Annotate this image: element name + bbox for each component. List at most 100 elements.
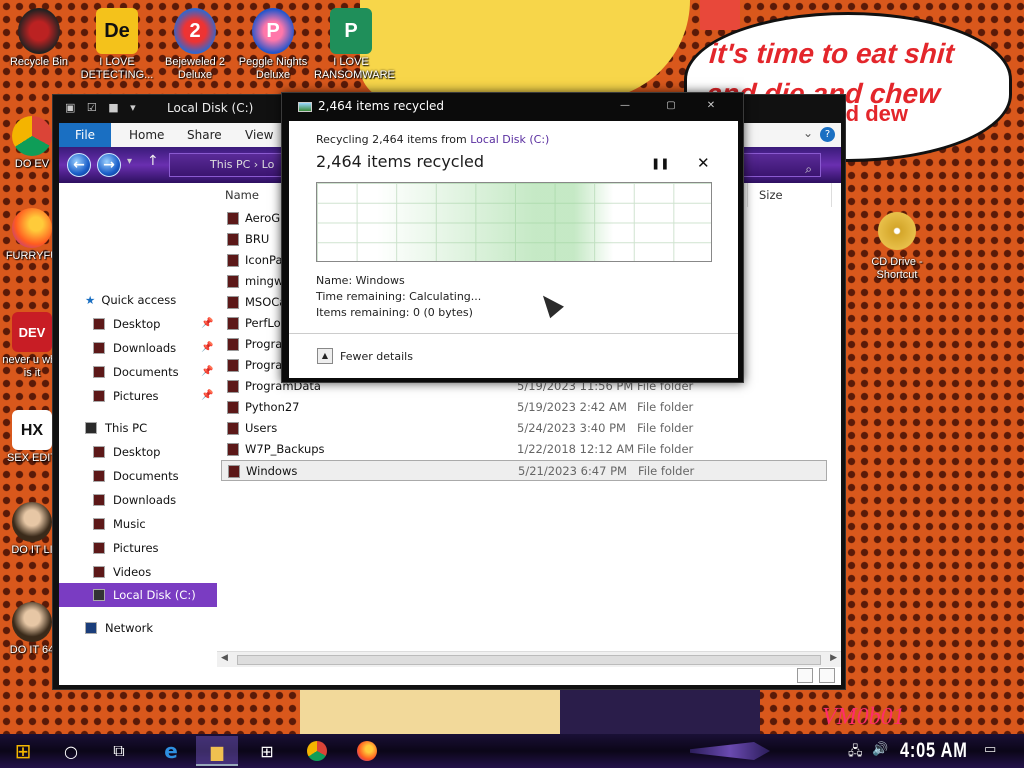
desktop-icon-ransomware[interactable]: P I LOVE RANSOMWARE — [314, 8, 395, 82]
nav-quick-desktop[interactable]: Desktop — [93, 313, 160, 335]
recent-locations-icon[interactable]: ▾ — [127, 156, 132, 167]
nav-quick-documents[interactable]: Documents — [93, 361, 179, 383]
nav-quick-access[interactable]: ★ Quick access — [85, 289, 176, 311]
edge-icon[interactable]: e — [158, 739, 184, 763]
ribbon-tab-file[interactable]: File — [59, 123, 111, 147]
recycle-bin-icon — [18, 8, 60, 54]
start-button[interactable]: ⊞ — [10, 739, 36, 763]
store-icon[interactable]: ⊞ — [254, 739, 280, 763]
nav-quick-pictures[interactable]: Pictures — [93, 385, 159, 407]
scroll-left-icon[interactable]: ◀ — [221, 653, 228, 663]
folder-icon — [227, 254, 239, 267]
nav-quick-downloads[interactable]: Downloads — [93, 337, 176, 359]
column-size[interactable]: Size — [759, 183, 783, 207]
cancel-icon[interactable]: ✕ — [697, 154, 710, 172]
nav-pc-videos[interactable]: Videos — [93, 561, 151, 583]
folder-icon — [227, 296, 239, 309]
table-row[interactable]: Python27 5/19/2023 2:42 AM File folder — [221, 397, 827, 418]
fewer-details-button[interactable]: Fewer details — [340, 350, 413, 363]
wallpaper-bottom-art-dark — [560, 690, 760, 735]
folder-icon — [227, 338, 239, 351]
folder-icon — [227, 359, 239, 372]
details-view-icon[interactable] — [797, 668, 813, 683]
column-separator[interactable] — [831, 183, 832, 207]
nav-local-disk[interactable]: Local Disk (C:) — [93, 584, 196, 606]
forward-button[interactable]: → — [97, 153, 121, 177]
back-button[interactable]: ← — [67, 153, 91, 177]
horizontal-scrollbar[interactable]: ◀ ▶ — [217, 651, 841, 667]
close-window-button[interactable]: ✕ — [696, 99, 726, 113]
folder-icon — [227, 443, 239, 456]
folder-icon — [227, 275, 239, 288]
desktop-icon-detecting[interactable]: De I LOVE DETECTING... — [80, 8, 154, 82]
folder-icon — [228, 465, 240, 478]
quick-access-toolbar[interactable]: ▣ ☑ ■ ▾ — [65, 101, 140, 114]
notification-icon[interactable]: ▭ — [984, 742, 996, 757]
drive-icon — [93, 589, 105, 601]
help-icon[interactable]: ? — [820, 127, 835, 142]
folder-icon — [93, 470, 105, 482]
column-separator[interactable] — [747, 183, 748, 207]
search-icon[interactable]: ⌕ — [805, 158, 812, 180]
dialog-divider — [289, 333, 738, 334]
chevron-up-icon[interactable]: ▲ — [317, 348, 333, 364]
nav-pc-downloads[interactable]: Downloads — [93, 489, 176, 511]
folder-icon — [93, 494, 105, 506]
desktop-icon-bejeweled[interactable]: 2 Bejeweled 2 Deluxe — [158, 8, 232, 82]
devcpp-icon: DEV — [12, 312, 52, 352]
ribbon-expand-icon[interactable]: ⌄ — [803, 126, 813, 140]
nav-this-pc[interactable]: This PC — [85, 417, 147, 439]
volume-icon[interactable]: 🔊 — [872, 742, 888, 757]
minimize-button[interactable]: — — [610, 99, 640, 113]
ribbon-tab-home[interactable]: Home — [129, 123, 164, 147]
desktop-icon-cd-drive[interactable]: CD Drive - Shortcut — [860, 208, 934, 282]
column-name[interactable]: Name — [225, 183, 259, 207]
pin-icon: 📌 — [201, 390, 214, 401]
breadcrumb[interactable]: This PC › Lo — [210, 158, 274, 171]
pause-icon[interactable]: ❚❚ — [651, 157, 669, 170]
folder-icon — [93, 446, 105, 458]
taskbar-decoration — [690, 742, 770, 760]
progress-graph — [316, 182, 712, 262]
nav-pc-desktop[interactable]: Desktop — [93, 441, 160, 463]
search-circle-icon[interactable]: ○ — [58, 739, 84, 763]
task-view-icon[interactable]: ⧉ — [106, 739, 132, 763]
bejeweled-icon: 2 — [174, 8, 216, 54]
nav-pc-documents[interactable]: Documents — [93, 465, 179, 487]
large-icons-view-icon[interactable] — [819, 668, 835, 683]
dialog-source-line: Recycling 2,464 items from Local Disk (C… — [316, 133, 550, 146]
peggle-icon: P — [252, 8, 294, 54]
up-arrow-icon[interactable]: ↑ — [147, 153, 159, 169]
table-row[interactable]: W7P_Backups 1/22/2018 12:12 AM File folder — [221, 439, 827, 460]
chrome-taskbar-icon[interactable] — [304, 739, 330, 763]
folder-icon — [93, 518, 105, 530]
dialog-body: Recycling 2,464 items from Local Disk (C… — [289, 121, 738, 378]
folder-icon — [93, 542, 105, 554]
folder-icon — [93, 342, 105, 354]
clock[interactable]: 4:05 AM — [900, 739, 968, 763]
desktop-icon-recycle-bin[interactable]: Recycle Bin — [2, 8, 76, 69]
nav-network[interactable]: Network — [85, 617, 153, 639]
table-row[interactable]: Users 5/24/2023 3:40 PM File folder — [221, 418, 827, 439]
folder-icon — [227, 233, 239, 246]
firefox-taskbar-icon[interactable] — [354, 739, 380, 763]
maximize-button[interactable]: ▢ — [656, 99, 686, 113]
source-link[interactable]: Local Disk (C:) — [470, 133, 549, 146]
ribbon-tab-view[interactable]: View — [245, 123, 273, 147]
file-explorer-icon[interactable]: ▆ — [204, 739, 230, 763]
firefox-icon — [12, 208, 52, 248]
nav-pc-pictures[interactable]: Pictures — [93, 537, 159, 559]
scroll-right-icon[interactable]: ▶ — [830, 653, 837, 663]
dialog-heading: 2,464 items recycled — [316, 152, 485, 171]
nav-pc-music[interactable]: Music — [93, 513, 146, 535]
items-remaining: Items remaining: 0 (0 bytes) — [316, 306, 473, 319]
network-tray-icon[interactable]: 🖧 — [848, 742, 863, 764]
table-row-selected[interactable]: Windows 5/21/2023 6:47 PM File folder — [221, 460, 827, 481]
dialog-titlebar[interactable]: 2,464 items recycled — ▢ ✕ — [282, 93, 743, 121]
recycle-progress-dialog[interactable]: 2,464 items recycled — ▢ ✕ Recycling 2,4… — [281, 92, 744, 383]
scrollbar-thumb[interactable] — [237, 655, 821, 665]
desktop-icon-peggle[interactable]: P Peggle Nights Deluxe — [236, 8, 310, 82]
ribbon-tab-share[interactable]: Share — [187, 123, 222, 147]
pin-icon: 📌 — [201, 342, 214, 353]
publisher-icon: P — [330, 8, 372, 54]
